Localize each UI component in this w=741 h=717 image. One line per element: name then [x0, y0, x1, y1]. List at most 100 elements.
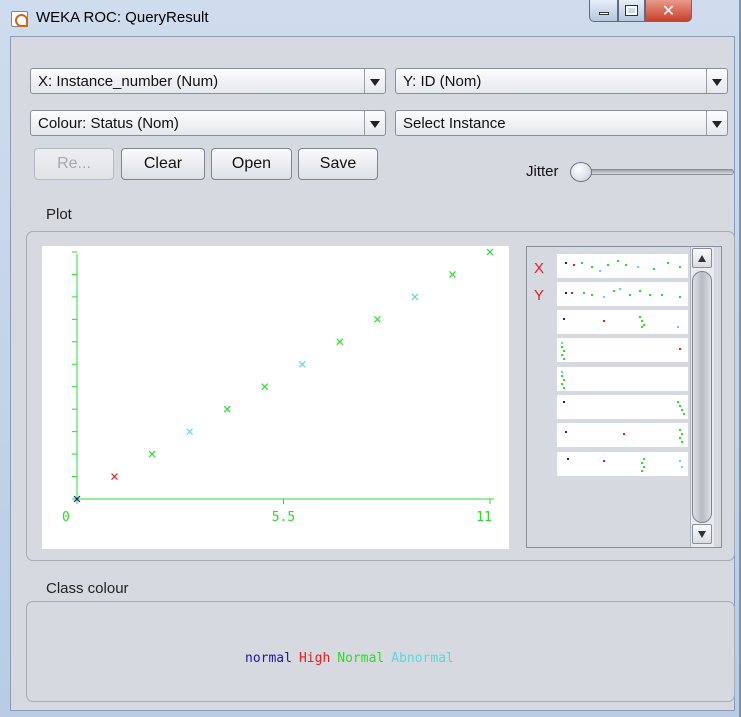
minimize-button[interactable]	[589, 0, 618, 22]
y-axis-select[interactable]: Y: ID (Nom)	[395, 68, 728, 94]
maximize-button[interactable]	[618, 0, 645, 22]
attribute-strip[interactable]	[557, 452, 688, 476]
strip-dot	[613, 290, 615, 292]
strip-dot	[677, 326, 679, 328]
strip-dot	[561, 383, 563, 385]
strip-dot	[679, 296, 681, 298]
scatter-plot[interactable]: 0 5.5 11	[42, 246, 509, 549]
attribute-strip[interactable]	[557, 282, 688, 306]
attribute-strip[interactable]	[557, 254, 688, 278]
select-instance[interactable]: Select Instance	[395, 110, 728, 136]
strip-dot	[681, 433, 683, 435]
strip-dot	[679, 429, 681, 431]
strip-dot	[641, 462, 643, 464]
data-point	[186, 428, 194, 436]
scrollbar-thumb[interactable]	[692, 271, 712, 523]
scroll-up-arrow-icon[interactable]	[692, 248, 712, 268]
close-button[interactable]: ✕	[645, 0, 692, 22]
x-axis-select-value: X: Instance_number (Num)	[38, 73, 219, 90]
strip-dot	[563, 358, 565, 360]
attribute-strip[interactable]	[557, 395, 688, 419]
strip-dot	[617, 260, 619, 262]
strip-dot	[561, 371, 563, 373]
strip-dot	[607, 264, 609, 266]
strip-dot	[561, 354, 563, 356]
minimize-icon	[598, 12, 609, 15]
jitter-label: Jitter	[526, 163, 559, 180]
strip-dot	[653, 268, 655, 270]
strip-dot	[567, 458, 569, 460]
reset-button[interactable]: Re...	[34, 148, 114, 180]
strip-dot	[661, 294, 663, 296]
x-tick-label: 11	[476, 510, 492, 525]
strip-dot	[667, 262, 669, 264]
strip-dot	[679, 437, 681, 439]
data-point	[111, 473, 118, 480]
data-point	[261, 383, 269, 391]
legend-item-normal: Normal	[337, 651, 385, 666]
strip-dot	[583, 292, 585, 294]
strip-dot	[561, 342, 563, 344]
strip-dot	[681, 441, 683, 443]
title-bar[interactable]: WEKA ROC: QueryResult ✕	[0, 0, 741, 36]
strip-dot	[679, 460, 681, 462]
chevron-down-icon	[364, 69, 385, 93]
class-colour-legend: normal High Normal Abnormal	[245, 651, 461, 666]
strip-dot	[591, 294, 593, 296]
data-point	[411, 293, 419, 301]
strip-dot	[641, 320, 643, 322]
strip-dot	[639, 290, 641, 292]
data-point	[373, 315, 381, 323]
strip-dot	[603, 460, 605, 462]
attribute-strip[interactable]	[557, 338, 688, 362]
x-tick-label: 0	[62, 510, 70, 525]
chevron-down-icon	[706, 111, 727, 135]
data-point	[336, 338, 344, 346]
attr-y-indicator: Y	[534, 287, 545, 304]
strip-dot	[565, 431, 567, 433]
legend-item-abnormal: Abnormal	[391, 651, 454, 666]
java-app-icon	[11, 11, 28, 27]
strip-dot	[573, 264, 575, 266]
strip-dot	[639, 316, 641, 318]
strip-dot	[603, 296, 605, 298]
attribute-strip[interactable]	[557, 367, 688, 391]
data-point	[148, 450, 156, 458]
strip-dot	[643, 466, 645, 468]
scroll-down-arrow-icon[interactable]	[692, 524, 712, 544]
strip-dot	[571, 292, 573, 294]
x-tick-label: 5.5	[272, 510, 295, 525]
strip-dot	[563, 350, 565, 352]
attribute-strip[interactable]	[557, 310, 688, 334]
data-point	[486, 248, 494, 256]
colour-select-value: Colour: Status (Nom)	[38, 115, 179, 132]
class-colour-label: Class colour	[46, 580, 129, 597]
attribute-scrollbar[interactable]	[690, 247, 714, 547]
clear-button[interactable]: Clear	[121, 148, 205, 180]
close-icon: ✕	[661, 1, 676, 20]
strip-dot	[679, 405, 681, 407]
colour-select[interactable]: Colour: Status (Nom)	[30, 110, 386, 136]
strip-dot	[561, 346, 563, 348]
select-instance-value: Select Instance	[403, 115, 506, 132]
y-axis-select-value: Y: ID (Nom)	[403, 73, 482, 90]
strip-dot	[683, 413, 685, 415]
x-axis-select[interactable]: X: Instance_number (Num)	[30, 68, 386, 94]
strip-dot	[599, 270, 601, 272]
strip-dot	[563, 387, 565, 389]
strip-dot	[679, 348, 681, 350]
open-button[interactable]: Open	[211, 148, 292, 180]
jitter-slider-track[interactable]	[580, 169, 734, 175]
strip-dot	[591, 266, 593, 268]
scatter-plot-svg: 0 5.5 11	[62, 248, 494, 525]
data-point	[449, 271, 456, 278]
plot-section-label: Plot	[46, 206, 72, 223]
strip-dot	[561, 375, 563, 377]
maximize-icon	[625, 5, 638, 16]
strip-dot	[679, 266, 681, 268]
attribute-strip[interactable]	[557, 423, 688, 447]
strip-dot	[641, 470, 643, 472]
jitter-slider-handle[interactable]	[570, 162, 592, 182]
save-button[interactable]: Save	[298, 148, 378, 180]
strip-dot	[563, 379, 565, 381]
